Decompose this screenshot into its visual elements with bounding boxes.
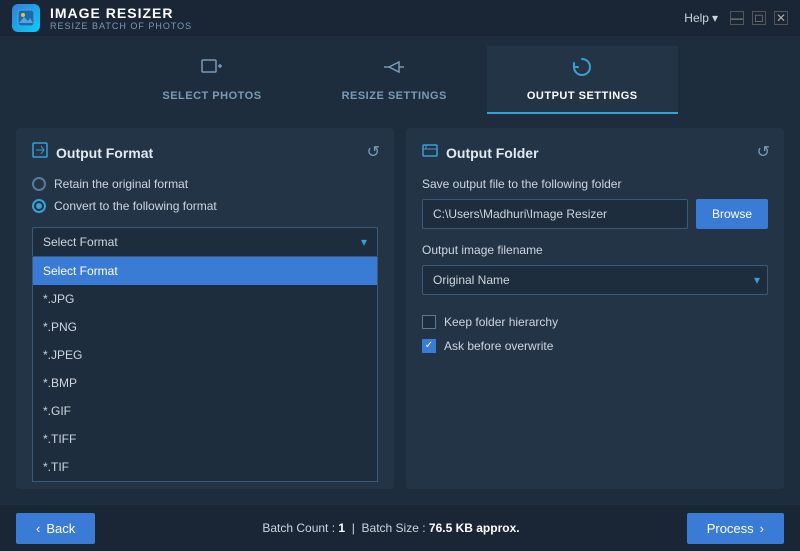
tab-resize-settings[interactable]: RESIZE SETTINGS: [302, 46, 487, 114]
close-button[interactable]: ✕: [774, 11, 788, 25]
save-label: Save output file to the following folder: [422, 177, 768, 191]
radio-convert[interactable]: Convert to the following format: [32, 199, 378, 213]
footer: ‹ Back Batch Count : 1 | Batch Size : 76…: [0, 505, 800, 551]
keep-hierarchy-item[interactable]: Keep folder hierarchy: [422, 315, 768, 329]
browse-button[interactable]: Browse: [696, 199, 768, 229]
format-dropdown-list: Select Format *.JPG *.PNG *.JPEG *.BMP *…: [32, 257, 378, 482]
ask-overwrite-item[interactable]: Ask before overwrite: [422, 339, 768, 353]
output-folder-header: Output Folder: [422, 142, 768, 163]
output-folder-icon: [422, 142, 438, 163]
back-arrow-icon: ‹: [36, 521, 40, 536]
radio-convert-circle: [32, 199, 46, 213]
footer-info: Batch Count : 1 | Batch Size : 76.5 KB a…: [262, 521, 519, 535]
titlebar-right: Help ▾ — □ ✕: [684, 11, 788, 25]
format-option-jpg[interactable]: *.JPG: [33, 285, 377, 313]
format-option-bmp[interactable]: *.BMP: [33, 369, 377, 397]
filename-dropdown-container: Original Name Custom Name ▾: [422, 265, 768, 295]
tab-output-label: OUTPUT SETTINGS: [527, 90, 638, 102]
batch-size-value: 76.5 KB approx.: [429, 521, 520, 535]
batch-size-label: Batch Size :: [362, 521, 426, 535]
app-title-sub: RESIZE BATCH OF PHOTOS: [50, 21, 192, 31]
ask-overwrite-checkbox[interactable]: [422, 339, 436, 353]
app-title: IMAGE RESIZER RESIZE BATCH OF PHOTOS: [50, 5, 192, 31]
radio-retain[interactable]: Retain the original format: [32, 177, 378, 191]
batch-count-label: Batch Count :: [262, 521, 335, 535]
select-photos-icon: [200, 56, 224, 84]
format-dropdown-arrow: ▾: [361, 235, 367, 249]
radio-convert-label: Convert to the following format: [54, 199, 217, 213]
output-icon: [570, 56, 594, 84]
minimize-button[interactable]: —: [730, 11, 744, 25]
keep-hierarchy-label: Keep folder hierarchy: [444, 315, 558, 329]
titlebar-left: IMAGE RESIZER RESIZE BATCH OF PHOTOS: [12, 4, 192, 32]
tab-resize-label: RESIZE SETTINGS: [342, 90, 447, 102]
keep-hierarchy-checkbox[interactable]: [422, 315, 436, 329]
folder-path-input[interactable]: [422, 199, 688, 229]
format-option-tif[interactable]: *.TIF: [33, 453, 377, 481]
output-format-title: Output Format: [56, 145, 153, 161]
format-selected-value: Select Format: [43, 235, 118, 249]
app-icon: [12, 4, 40, 32]
main-content: Output Format ↺ Retain the original form…: [0, 114, 800, 503]
process-arrow-icon: ›: [760, 521, 764, 536]
radio-retain-circle: [32, 177, 46, 191]
format-dropdown-wrapper: Select Format ▾ Select Format *.JPG *.PN…: [32, 227, 378, 257]
format-option-tiff[interactable]: *.TIFF: [33, 425, 377, 453]
tab-select-photos-label: SELECT PHOTOS: [162, 90, 261, 102]
format-option-png[interactable]: *.PNG: [33, 313, 377, 341]
ask-overwrite-label: Ask before overwrite: [444, 339, 553, 353]
tabbar: SELECT PHOTOS RESIZE SETTINGS OUTPUT SET…: [0, 36, 800, 114]
format-option-jpeg[interactable]: *.JPEG: [33, 341, 377, 369]
batch-count-value: 1: [338, 521, 345, 535]
tab-select-photos[interactable]: SELECT PHOTOS: [122, 46, 301, 114]
back-button[interactable]: ‹ Back: [16, 513, 95, 544]
folder-reset-button[interactable]: ↺: [757, 142, 770, 162]
output-format-panel: Output Format ↺ Retain the original form…: [16, 128, 394, 489]
format-reset-button[interactable]: ↺: [367, 142, 380, 162]
filename-label: Output image filename: [422, 243, 768, 257]
checkbox-group: Keep folder hierarchy Ask before overwri…: [422, 315, 768, 353]
output-folder-title: Output Folder: [446, 145, 539, 161]
maximize-button[interactable]: □: [752, 11, 766, 25]
format-option-select-format[interactable]: Select Format: [33, 257, 377, 285]
process-button[interactable]: Process ›: [687, 513, 784, 544]
radio-retain-label: Retain the original format: [54, 177, 188, 191]
output-format-header: Output Format: [32, 142, 378, 163]
output-folder-panel: Output Folder ↺ Save output file to the …: [406, 128, 784, 489]
tab-output-settings[interactable]: OUTPUT SETTINGS: [487, 46, 678, 114]
resize-icon: [382, 56, 406, 84]
titlebar: IMAGE RESIZER RESIZE BATCH OF PHOTOS Hel…: [0, 0, 800, 36]
output-format-icon: [32, 142, 48, 163]
help-button[interactable]: Help ▾: [684, 11, 718, 25]
filename-dropdown[interactable]: Original Name Custom Name: [422, 265, 768, 295]
folder-input-row: Browse: [422, 199, 768, 229]
radio-group: Retain the original format Convert to th…: [32, 177, 378, 213]
format-dropdown-trigger[interactable]: Select Format ▾: [32, 227, 378, 257]
format-option-gif[interactable]: *.GIF: [33, 397, 377, 425]
window-controls: — □ ✕: [730, 11, 788, 25]
app-title-main: IMAGE RESIZER: [50, 5, 192, 21]
